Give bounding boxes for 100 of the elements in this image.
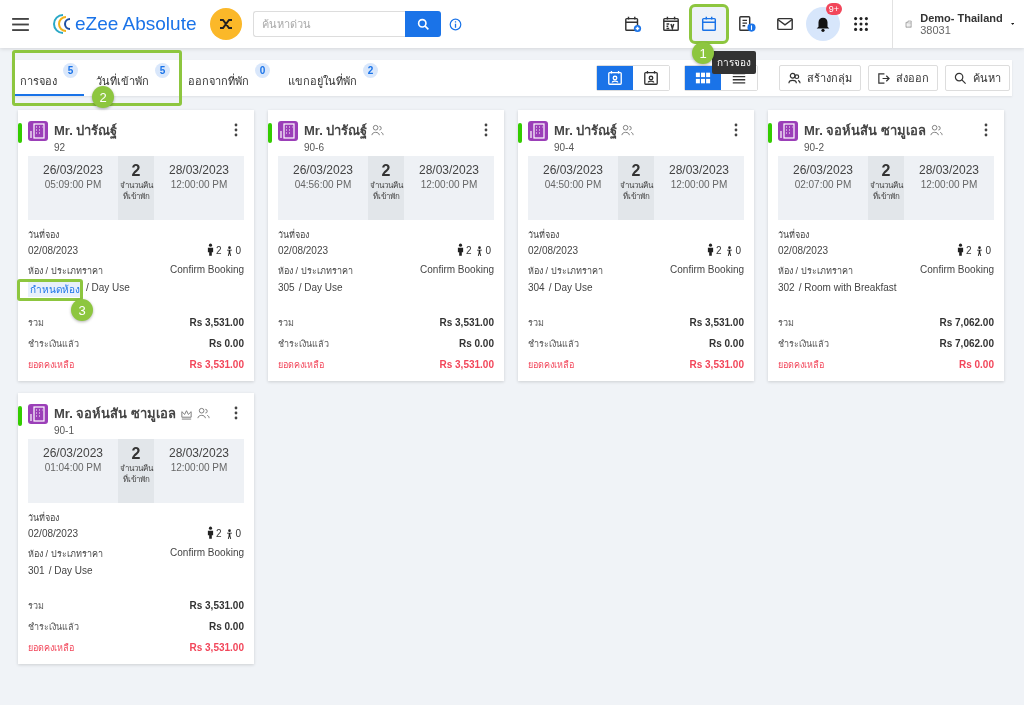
hotel-icon: [528, 121, 548, 141]
more-icon[interactable]: [984, 123, 988, 137]
menu-icon[interactable]: [12, 17, 29, 31]
guest-name: Mr. จอห์นสัน ซามูเอล: [54, 405, 176, 424]
info-icon[interactable]: [449, 17, 463, 31]
hotel-icon: [278, 121, 298, 141]
highlight-frame: [17, 279, 83, 301]
departure-time: 12:00:00 PM: [170, 179, 228, 190]
amount-label: ชำระเงินแล้ว: [278, 337, 329, 351]
tooltip: การจอง: [712, 51, 756, 74]
departure-date: 28/03/2023: [668, 163, 730, 177]
room-label: ห้อง / ประเภทราคา: [278, 265, 353, 278]
amount-value: Rs 3,531.00: [189, 600, 244, 611]
room-label: ห้อง / ประเภทราคา: [28, 548, 103, 561]
arrival-date: 26/03/2023: [292, 163, 354, 177]
booking-number: 92: [54, 142, 67, 153]
rate-type: / Day Use: [548, 282, 593, 293]
guest-view-button[interactable]: [597, 66, 633, 90]
more-icon[interactable]: [234, 123, 238, 137]
more-icon[interactable]: [234, 406, 238, 420]
booking-date-label: วันที่จอง: [528, 228, 560, 242]
departure-time: 12:00:00 PM: [420, 179, 478, 190]
booking-date: 02/08/2023: [528, 245, 579, 256]
booking-date: 02/08/2023: [28, 245, 79, 256]
guest-name: Mr. ปารัณฐ์: [54, 122, 118, 141]
property-code: 38031: [920, 24, 952, 36]
adult-count: 2: [965, 245, 972, 256]
amount-value: Rs 0.00: [208, 621, 244, 632]
guest-calendar-icon: [607, 70, 623, 86]
booking-card[interactable]: [268, 110, 504, 381]
amount-value: Rs 0.00: [458, 338, 494, 349]
amount-value: Rs 3,531.00: [439, 317, 494, 328]
tab[interactable]: แขกอยู่ในที่พัก 2: [280, 60, 384, 96]
status-stripe: [18, 406, 22, 426]
amount-value: Rs 0.00: [708, 338, 744, 349]
export-button[interactable]: ส่งออก: [868, 65, 938, 91]
group-button[interactable]: สร้างกลุ่ม: [779, 65, 861, 91]
room-number: 305: [278, 282, 295, 293]
booking-card[interactable]: [18, 393, 254, 664]
nights-label: จำนวนคืนที่เข้าพัก: [619, 180, 653, 202]
arrival-date: 26/03/2023: [542, 163, 604, 177]
departure-date: 28/03/2023: [918, 163, 980, 177]
adult-count: 2: [465, 245, 472, 256]
booking-card[interactable]: [768, 110, 1004, 381]
departure-time: 12:00:00 PM: [670, 179, 728, 190]
departure-date: 28/03/2023: [168, 446, 230, 460]
grid-icon: [695, 70, 711, 86]
nights-label: จำนวนคืนที่เข้าพัก: [369, 180, 403, 202]
search-icon: [954, 71, 967, 85]
adult-icon: [706, 243, 714, 256]
amount-value: Rs 7,062.00: [939, 338, 994, 349]
search-button[interactable]: ค้นหา: [945, 65, 1010, 91]
room-number: 302: [778, 282, 795, 293]
guest-calendar-icon: [643, 70, 659, 86]
amount-label: ยอดคงเหลือ: [778, 358, 824, 372]
guest-name: Mr. ปารัณฐ์: [554, 122, 618, 141]
property-name: Demo- Thailand: [920, 12, 1003, 24]
amount-label: ชำระเงินแล้ว: [778, 337, 829, 351]
notification-badge: 9+: [825, 3, 842, 15]
count-badge: 2: [363, 63, 378, 78]
amount-label: ชำระเงินแล้ว: [528, 337, 579, 351]
grid-view-button[interactable]: [685, 66, 721, 90]
search-field[interactable]: ค้นหาด่วน: [253, 11, 406, 37]
calendar-icon[interactable]: [692, 7, 726, 41]
hotel-icon: [28, 404, 48, 424]
booking-date-label: วันที่จอง: [28, 228, 60, 242]
count-badge: 5: [155, 63, 170, 78]
more-icon[interactable]: [484, 123, 488, 137]
tab[interactable]: การจอง 5: [12, 60, 84, 96]
more-icon[interactable]: [734, 123, 738, 137]
booking-status: Confirm Booking: [670, 264, 744, 277]
tab[interactable]: ออกจากที่พัก 0: [180, 60, 276, 96]
arrival-time: 04:50:00 PM: [544, 179, 602, 190]
assign-room-link[interactable]: กำหนดห้อง: [28, 282, 82, 297]
booking-number: 90-1: [54, 425, 75, 436]
step-badge: 1: [692, 42, 714, 64]
booking-card[interactable]: [18, 110, 254, 381]
amount-label: ชำระเงินแล้ว: [28, 337, 79, 351]
booking-card[interactable]: [518, 110, 754, 381]
nights-label: จำนวนคืนที่เข้าพัก: [869, 180, 903, 202]
search-button[interactable]: [405, 11, 442, 37]
nights-count: 2: [381, 162, 391, 180]
nights-count: 2: [131, 162, 141, 180]
amount-value: Rs 3,531.00: [689, 317, 744, 328]
shuffle-icon: [218, 16, 235, 32]
child-icon: [976, 246, 984, 256]
child-icon: [226, 246, 234, 256]
booking-date-label: วันที่จอง: [278, 228, 310, 242]
property-selector[interactable]: Demo- Thailand 38031: [892, 0, 1024, 48]
child-icon: [476, 246, 484, 256]
shuffle-button[interactable]: [210, 8, 243, 40]
search-icon: [417, 17, 430, 31]
nights-label: จำนวนคืนที่เข้าพัก: [119, 463, 153, 485]
child-count: 0: [735, 245, 741, 256]
amount-value: Rs 3,531.00: [189, 317, 244, 328]
rate-type: / Day Use: [86, 282, 130, 295]
status-stripe: [768, 123, 772, 143]
booking-status: Confirm Booking: [420, 264, 494, 277]
nights-count: 2: [881, 162, 891, 180]
bell-icon[interactable]: [806, 7, 840, 41]
